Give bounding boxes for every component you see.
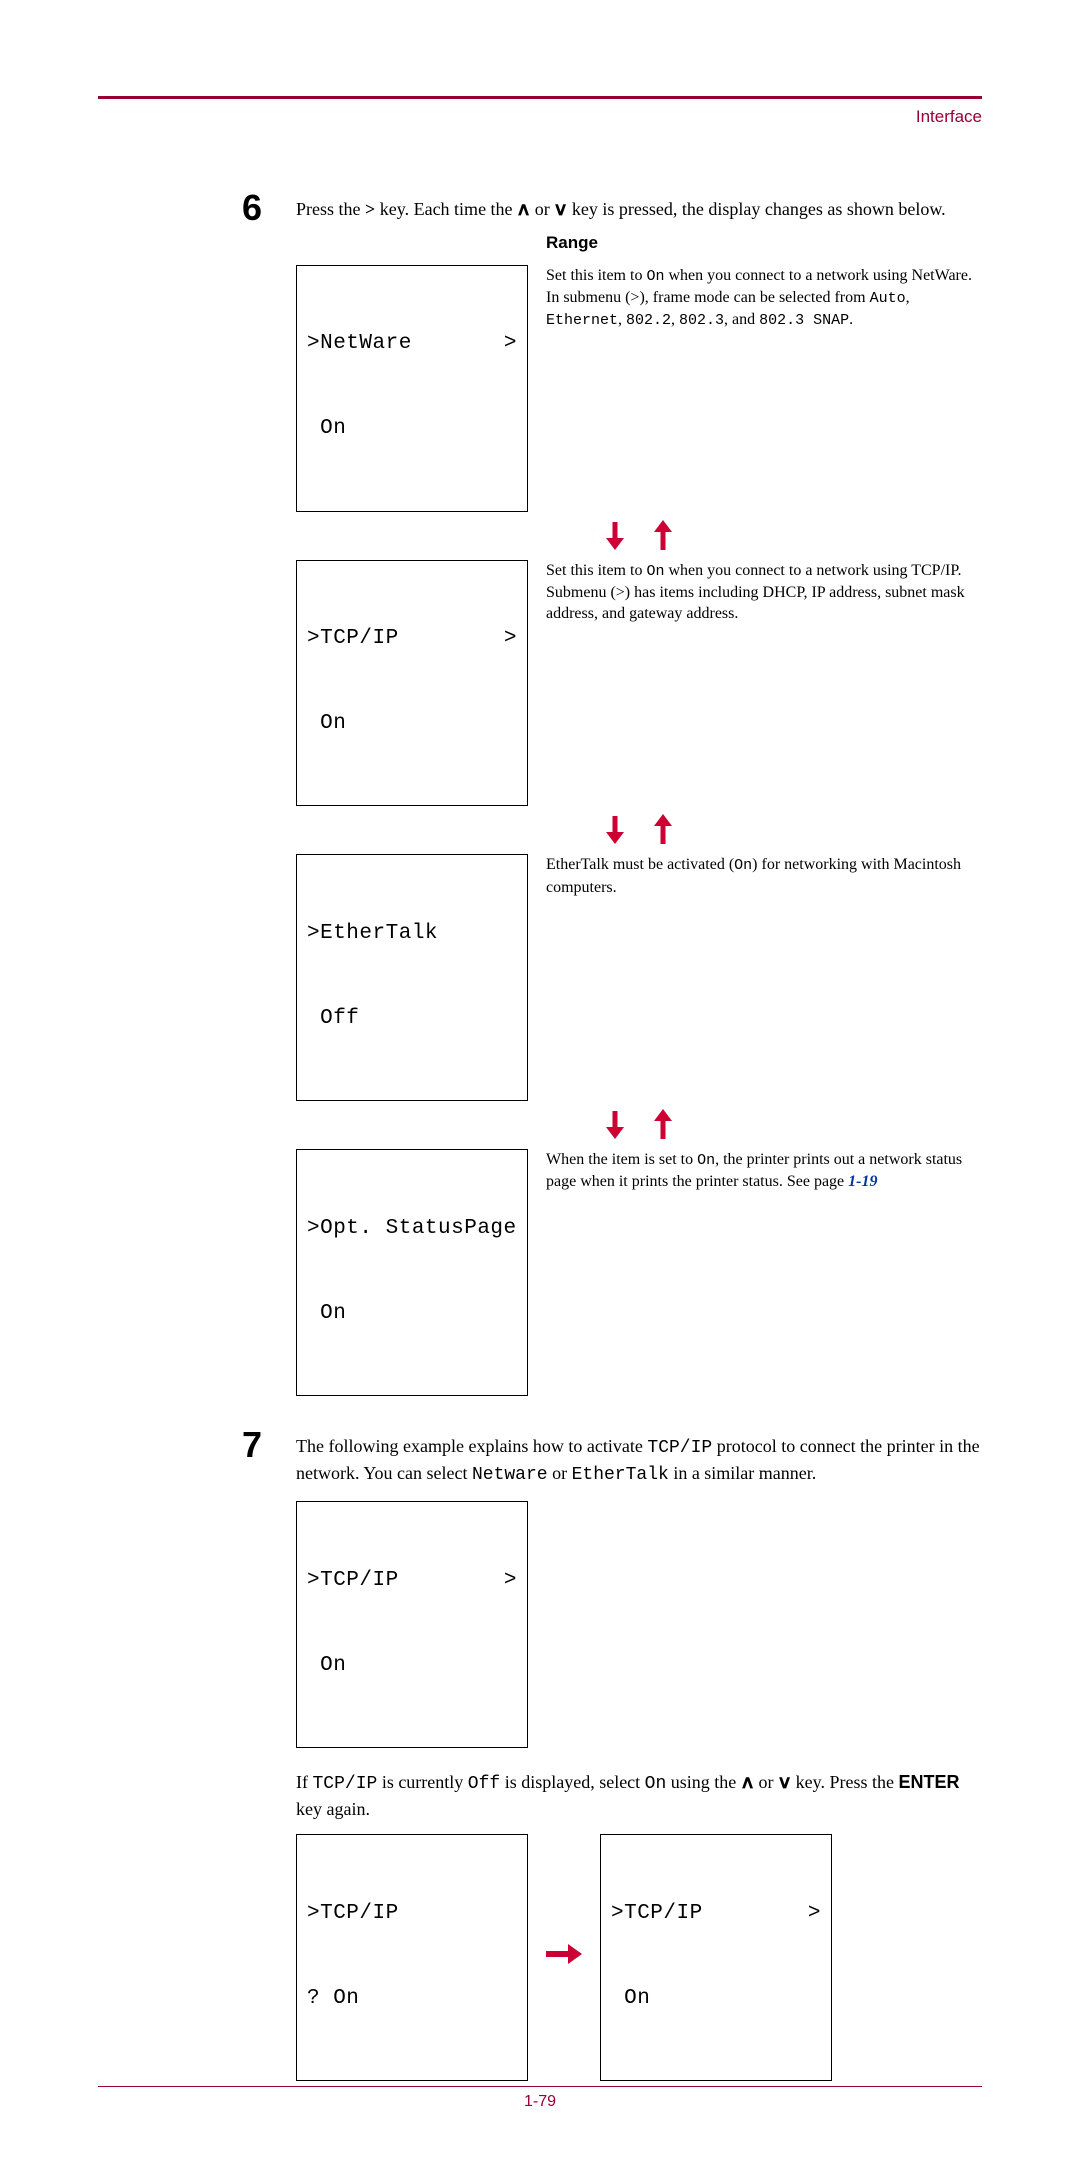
lcd-line1-left: >EtherTalk [307,920,438,948]
lcd-line1-right: > [504,330,517,358]
step-number: 7 [242,1420,262,1470]
caret-up-icon: ∧ [740,1770,755,1795]
arrow-up-icon [652,520,674,550]
step-6: 6 Press the > key. Each time the ∧ or ∨ … [296,197,982,1396]
t: , [671,311,679,328]
code: Netware [472,1465,548,1485]
page-number: 1-79 [98,2093,982,2111]
code: TCP/IP [647,1438,712,1458]
lcd-netware: >NetWare > On [296,265,528,512]
lcd-statuspage: >Opt. StatusPage On [296,1149,528,1396]
t: is displayed, select [500,1772,644,1792]
code: On [734,857,752,874]
lcd-line2: On [307,1652,517,1680]
caret-down-icon: ∨ [777,1770,792,1795]
t: . [849,311,853,328]
t: using the [666,1772,741,1792]
desc-tcpip: Set this item to On when you connect to … [546,560,982,807]
step7-para2: If TCP/IP is currently Off is displayed,… [296,1770,982,1822]
lcd-ethertalk: >EtherTalk Off [296,854,528,1101]
t: key again. [296,1799,370,1819]
code: TCP/IP [313,1774,378,1794]
lcd-line1-left: >TCP/IP [307,625,399,653]
t: or [530,199,554,219]
lcd-line1-right: > [504,1567,517,1595]
code: On [646,268,664,285]
lcd-line2: On [307,415,517,443]
t: Set this item to [546,267,646,284]
t: key is pressed, the display changes as s… [567,199,945,219]
lcd-tcpip: >TCP/IP > On [296,560,528,807]
t: Press the [296,199,365,219]
lcd-line1-left: >TCP/IP [307,1567,399,1595]
arrow-up-icon [652,814,674,844]
t: in a similar manner. [669,1463,816,1483]
arrow-right-icon [546,1942,582,1973]
lcd-line1-right: > [808,1900,821,1928]
lcd-line2: On [307,1300,517,1328]
arrow-down-icon [604,814,626,844]
top-rule [98,96,982,99]
t: , and [724,311,759,328]
nav-arrows-vertical [296,814,982,844]
arrow-down-icon [604,1109,626,1139]
bottom-rule [98,2086,982,2087]
lcd-step7-2: >TCP/IP ? On [296,1834,528,2081]
lcd-line2: Off [307,1005,517,1033]
caret-down-icon: ∨ [553,197,568,222]
step-number: 6 [242,183,262,233]
t: , [906,289,910,306]
t: EtherTalk must be activated ( [546,856,734,873]
desc-ethertalk: EtherTalk must be activated (On) for net… [546,854,982,1101]
lcd-step7-1: >TCP/IP > On [296,1501,528,1748]
step7-para1: The following example explains how to ac… [296,1434,982,1488]
code: 802.3 SNAP [759,312,849,329]
step6-intro: Press the > key. Each time the ∧ or ∨ ke… [296,197,982,222]
code: EtherTalk [572,1465,669,1485]
lcd-step7-3: >TCP/IP > On [600,1834,832,2081]
caret-up-icon: ∧ [516,197,531,222]
t: Set this item to [546,562,646,579]
lcd-line1-left: >NetWare [307,330,412,358]
t: When the item is set to [546,1151,697,1168]
desc-statuspage: When the item is set to On, the printer … [546,1149,982,1396]
lcd-line2: On [611,1985,821,2013]
t: , [618,311,626,328]
nav-arrows-vertical [296,1109,982,1139]
code: Auto [870,290,906,307]
arrow-up-icon [652,1109,674,1139]
range-heading: Range [546,233,598,252]
lcd-line1-left: >Opt. StatusPage [307,1215,517,1243]
code: 802.2 [626,312,671,329]
arrow-down-icon [604,520,626,550]
code: 802.3 [679,312,724,329]
code: On [645,1774,667,1794]
key-enter: ENTER [898,1772,959,1792]
t: key. Press the [791,1772,898,1792]
code: Ethernet [546,312,618,329]
t: The following example explains how to ac… [296,1436,647,1456]
code: Off [468,1774,500,1794]
desc-netware: Set this item to On when you connect to … [546,265,982,512]
step-7: 7 The following example explains how to … [296,1434,982,2081]
t: or [754,1772,778,1792]
lcd-line1-right: > [504,625,517,653]
t: If [296,1772,313,1792]
key-gt: > [365,199,375,219]
t: is currently [377,1772,467,1792]
lcd-line1-left: >TCP/IP [611,1900,703,1928]
section-header: Interface [98,107,982,127]
lcd-line1-left: >TCP/IP [307,1900,399,1928]
t: key. Each time the [375,199,517,219]
lcd-line2: On [307,710,517,738]
code: On [697,1152,715,1169]
nav-arrows-vertical [296,520,982,550]
code: On [646,563,664,580]
page-ref-link[interactable]: 1-19 [848,1173,877,1190]
lcd-line2: ? On [307,1985,517,2013]
t: or [548,1463,572,1483]
